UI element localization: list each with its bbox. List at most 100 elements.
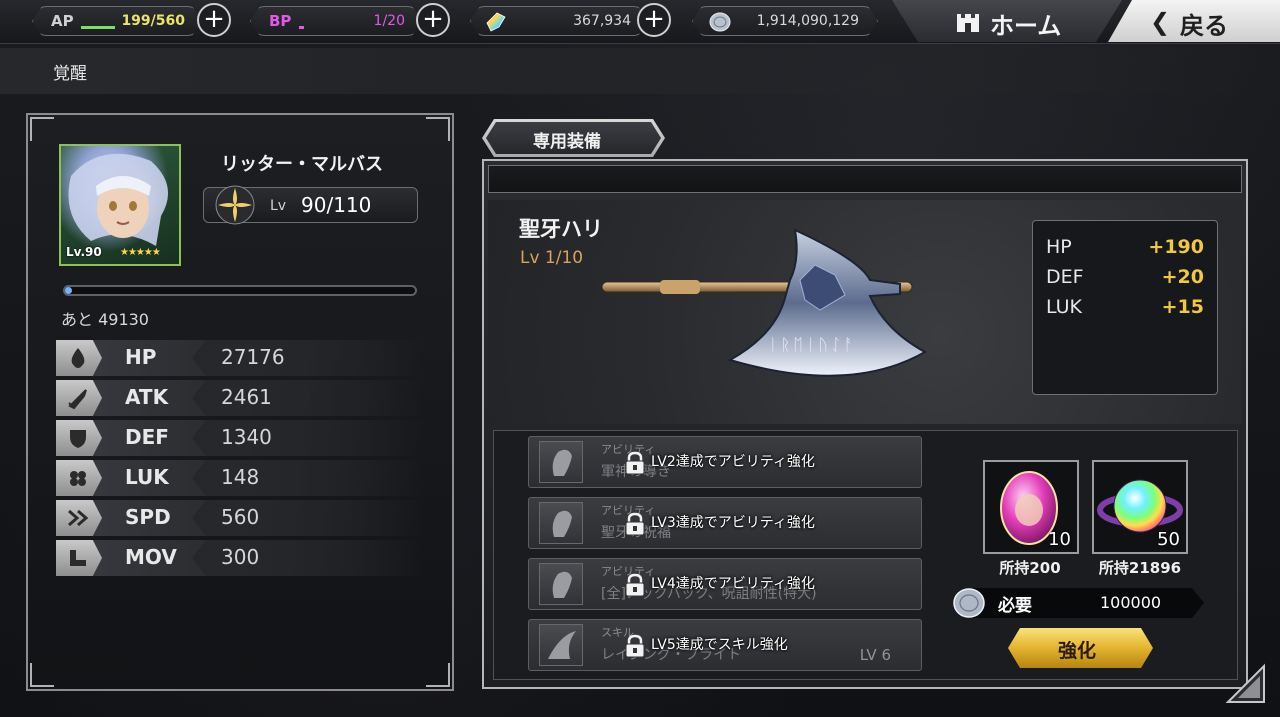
exp-fill <box>65 287 72 294</box>
stat-row-def: DEF 1340 <box>56 420 424 456</box>
stat-icon-box <box>56 420 102 456</box>
stat-row-luk: LUK 148 <box>56 460 424 496</box>
lock-icon <box>625 451 645 475</box>
stat-value: 27176 <box>221 345 285 369</box>
page-title: 覚醒 <box>53 64 87 84</box>
ap-label: AP <box>51 12 74 30</box>
stat-row-mov: MOV 300 <box>56 540 424 576</box>
stat-value: 1340 <box>221 425 272 449</box>
crystal-value: 367,934 <box>573 13 631 29</box>
castle-icon <box>957 14 979 32</box>
bonus-name: HP <box>1046 236 1072 258</box>
clover-icon <box>70 471 86 486</box>
stat-value: 2461 <box>221 385 272 409</box>
plus-icon: + <box>643 4 665 34</box>
stat-value: 148 <box>221 465 260 489</box>
lock-icon <box>625 512 645 536</box>
sword-icon <box>68 389 87 410</box>
plus-icon: + <box>422 4 444 34</box>
cost-label: 必要 <box>998 596 1032 616</box>
lock-icon <box>625 573 645 597</box>
stat-icon-box <box>56 540 102 576</box>
lock-message: LV3達成でアビリティ強化 <box>651 515 815 531</box>
crystal-add-button[interactable]: + <box>637 3 671 37</box>
rarity-stars: ★★★★★ <box>120 247 161 258</box>
stat-row-hp: HP 27176 <box>56 340 424 376</box>
lock-message: LV5達成でスキル強化 <box>651 637 788 653</box>
ability-icon <box>539 441 583 483</box>
stat-value: 560 <box>221 505 260 529</box>
bonus-value: +20 <box>1161 266 1204 288</box>
material-1-count: 10 <box>1048 529 1071 550</box>
menu-corner-icon[interactable] <box>1224 662 1268 706</box>
stat-icon-box <box>56 460 102 496</box>
double-chevron-icon <box>68 509 89 527</box>
ability-icon <box>539 563 583 605</box>
bp-add-button[interactable]: + <box>416 3 450 37</box>
ap-add-button[interactable]: + <box>197 3 231 37</box>
equipment-name: 聖牙ハリ <box>519 217 603 241</box>
silver-coin-icon <box>709 11 731 33</box>
stat-name: MOV <box>125 545 177 569</box>
corner-ornament <box>426 663 450 687</box>
exp-remaining: あと 49130 <box>61 310 149 329</box>
bp-resource: BP 1/20 <box>250 6 422 36</box>
stat-row-atk: ATK 2461 <box>56 380 424 416</box>
coin-resource: 1,914,090,129 <box>692 6 878 36</box>
ap-value: 199/560 <box>121 13 185 29</box>
stat-value: 300 <box>221 545 260 569</box>
skill-icon <box>539 624 583 666</box>
lock-message: LV4達成でアビリティ強化 <box>651 576 815 592</box>
tab-label: 専用装備 <box>533 132 601 152</box>
stat-name: LUK <box>125 465 169 489</box>
bonus-name: DEF <box>1046 266 1084 288</box>
svg-text:ᛁᚱᛖᛁᚢᛇᚨ: ᛁᚱᛖᛁᚢᛇᚨ <box>768 335 856 354</box>
rainbow-crystal-icon <box>485 11 507 33</box>
stat-name: HP <box>125 345 157 369</box>
ability-row-locked[interactable]: アビリティ軍神の導きLV2達成でアビリティ強化 <box>528 436 922 488</box>
ap-resource: AP 199/560 <box>32 6 202 36</box>
bonus-name: LUK <box>1046 296 1083 318</box>
back-label: 戻る <box>1180 12 1228 40</box>
bp-gauge <box>299 26 304 29</box>
stat-row-spd: SPD 560 <box>56 500 424 536</box>
material-1-owned: 所持200 <box>999 559 1061 577</box>
bp-value: 1/20 <box>373 13 405 29</box>
shield-icon <box>70 430 86 448</box>
stat-icon-box <box>56 500 102 536</box>
stat-name: ATK <box>125 385 169 409</box>
material-2-count: 50 <box>1157 529 1180 550</box>
character-name: リッター・マルバス <box>221 154 383 175</box>
ability-row-locked[interactable]: スキル レイジング・ブライト LV 6 LV5達成でスキル強化 <box>528 619 922 671</box>
stat-name: SPD <box>125 505 171 529</box>
silver-coin-icon <box>953 588 985 618</box>
corner-ornament <box>426 117 450 141</box>
bonus-value: +15 <box>1161 296 1204 318</box>
cost-value: 100000 <box>1100 593 1162 612</box>
level-prefix: Lv <box>270 198 287 214</box>
coin-value: 1,914,090,129 <box>756 13 859 29</box>
home-label: ホーム <box>990 12 1062 40</box>
material-slot-2[interactable]: 50 <box>1092 460 1188 554</box>
axe-weapon-image: ᛁᚱᛖᛁᚢᛇᚨ <box>601 228 928 377</box>
ability-row-locked[interactable]: アビリティ [全]ノックバック、呪詛耐性(特大) LV4達成でアビリティ強化 <box>528 558 922 610</box>
title-band <box>0 48 1280 94</box>
portrait-level: Lv.90 <box>66 245 102 259</box>
lock-message: LV2達成でアビリティ強化 <box>651 454 815 470</box>
material-2-owned: 所持21896 <box>1098 559 1182 577</box>
enhance-label: 強化 <box>1058 640 1097 662</box>
awakening-emblem-icon <box>215 185 255 225</box>
material-slot-1[interactable]: 10 <box>983 460 1079 554</box>
stat-icon-box <box>56 340 102 376</box>
lock-icon <box>625 634 645 658</box>
stat-name: DEF <box>125 425 169 449</box>
ability-level: LV 6 <box>859 646 891 664</box>
equipment-panel-header <box>488 165 1242 193</box>
water-drop-icon <box>71 348 85 368</box>
ability-row-locked[interactable]: アビリティ聖牙の祝福LV3達成でアビリティ強化 <box>528 497 922 549</box>
chevron-left-icon: ❮ <box>1150 8 1171 36</box>
corner-ornament <box>30 117 54 141</box>
equipment-level: Lv 1/10 <box>520 248 584 268</box>
corner-ornament <box>30 663 54 687</box>
exp-bar <box>63 285 417 296</box>
